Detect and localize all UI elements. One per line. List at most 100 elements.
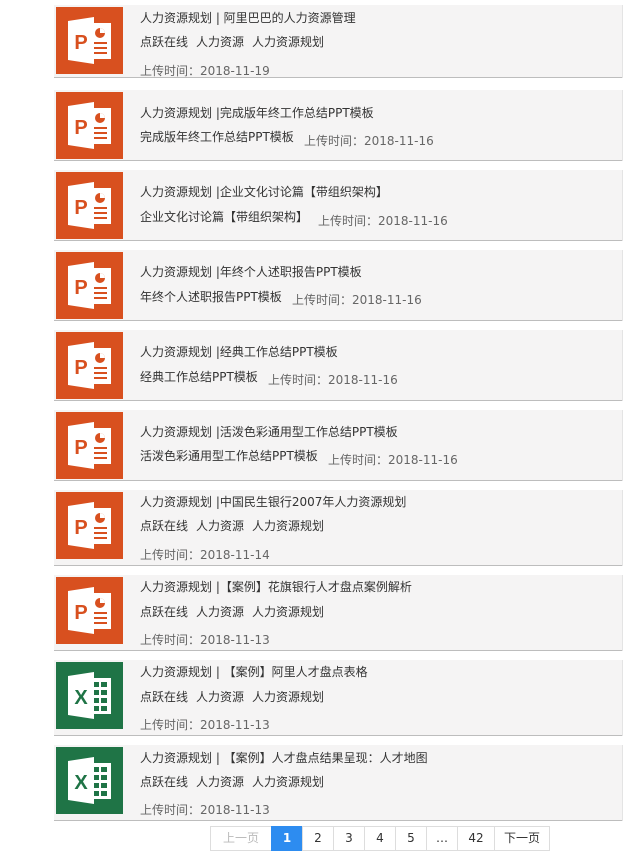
- list-item[interactable]: P 人力资源规划 |企业文化讨论篇【带组织架构】 企业文化讨论篇【带组织架构】 上传时…: [54, 170, 623, 241]
- powerpoint-file-icon[interactable]: P: [56, 172, 123, 239]
- svg-text:X: X: [74, 687, 88, 709]
- excel-file-icon[interactable]: X: [56, 662, 123, 729]
- item-title[interactable]: 人力资源规划 |经典工作总结PPT模板: [140, 344, 338, 360]
- list-item[interactable]: P 人力资源规划 |活泼色彩通用型工作总结PPT模板 活泼色彩通用型工作总结PPT模…: [54, 410, 623, 481]
- upload-date-value: 2018-11-16: [388, 453, 458, 467]
- item-meta: 年终个人述职报告PPT模板: [140, 289, 286, 305]
- tag-label[interactable]: 人力资源规划: [252, 35, 324, 49]
- list-item[interactable]: P 人力资源规划 | 阿里巴巴的人力资源管理 点跃在线 人力资源 人力资源规划 上传时间：…: [54, 5, 623, 78]
- item-title[interactable]: 人力资源规划 |活泼色彩通用型工作总结PPT模板: [140, 424, 398, 440]
- upload-date: 上传时间：2018-11-13: [140, 717, 270, 733]
- tag-label[interactable]: 人力资源规划: [252, 519, 324, 533]
- tag-label[interactable]: 人力资源规划: [252, 690, 324, 704]
- upload-date-label: 上传时间：: [268, 373, 329, 387]
- powerpoint-file-icon[interactable]: P: [56, 492, 123, 559]
- item-title[interactable]: 人力资源规划 |【案例】花旗银行人才盘点案例解析: [140, 579, 412, 595]
- powerpoint-file-icon[interactable]: P: [56, 332, 123, 399]
- upload-date: 上传时间：2018-11-13: [140, 632, 270, 648]
- page-button[interactable]: 5: [395, 826, 427, 851]
- upload-date-label: 上传时间：: [140, 718, 201, 732]
- item-meta: 点跃在线 人力资源 人力资源规划: [140, 518, 332, 534]
- tag-label[interactable]: 人力资源规划: [252, 775, 324, 789]
- tag-label[interactable]: 点跃在线: [140, 35, 188, 49]
- item-meta: 经典工作总结PPT模板: [140, 369, 262, 385]
- upload-date: 上传时间：2018-11-16: [304, 133, 434, 149]
- upload-date-label: 上传时间：: [140, 548, 201, 562]
- powerpoint-file-icon[interactable]: P: [56, 7, 123, 74]
- page-button[interactable]: 4: [364, 826, 396, 851]
- upload-date-value: 2018-11-16: [352, 293, 422, 307]
- item-title[interactable]: 人力资源规划 |中国民生银行2007年人力资源规划: [140, 494, 406, 510]
- svg-text:P: P: [74, 32, 87, 54]
- list-item[interactable]: P 人力资源规划 |完成版年终工作总结PPT模板 完成版年终工作总结PPT模板 上传时…: [54, 90, 623, 161]
- item-meta: 点跃在线 人力资源 人力资源规划: [140, 34, 332, 50]
- upload-date-value: 2018-11-16: [378, 214, 448, 228]
- item-title[interactable]: 人力资源规划 | 阿里巴巴的人力资源管理: [140, 10, 356, 26]
- divider: [54, 77, 622, 78]
- list-item[interactable]: P 人力资源规划 |年终个人述职报告PPT模板 年终个人述职报告PPT模板 上传时间：…: [54, 250, 623, 321]
- upload-date-label: 上传时间：: [328, 453, 389, 467]
- item-title[interactable]: 人力资源规划 |年终个人述职报告PPT模板: [140, 264, 362, 280]
- item-meta: 点跃在线 人力资源 人力资源规划: [140, 604, 332, 620]
- upload-date: 上传时间：2018-11-16: [268, 372, 398, 388]
- tag-label[interactable]: 点跃在线: [140, 519, 188, 533]
- page-button[interactable]: 42: [457, 826, 495, 851]
- powerpoint-file-icon[interactable]: P: [56, 412, 123, 479]
- item-meta: 活泼色彩通用型工作总结PPT模板: [140, 448, 322, 464]
- item-meta: 点跃在线 人力资源 人力资源规划: [140, 689, 332, 705]
- list-item[interactable]: P 人力资源规划 |中国民生银行2007年人力资源规划 点跃在线 人力资源 人力资源规划…: [54, 490, 623, 566]
- upload-date: 上传时间：2018-11-16: [328, 452, 458, 468]
- item-description: 经典工作总结PPT模板: [140, 370, 258, 384]
- svg-text:P: P: [74, 602, 87, 624]
- list-item[interactable]: X 人力资源规划 | 【案例】人才盘点结果呈现：人才地图 点跃在线 人力资源 人力资源规…: [54, 745, 623, 821]
- page-button[interactable]: 3: [333, 826, 365, 851]
- divider: [54, 320, 622, 321]
- item-description: 年终个人述职报告PPT模板: [140, 290, 282, 304]
- upload-date-label: 上传时间：: [292, 293, 353, 307]
- upload-date-value: 2018-11-16: [328, 373, 398, 387]
- powerpoint-file-icon[interactable]: P: [56, 92, 123, 159]
- svg-text:P: P: [74, 517, 87, 539]
- upload-date-value: 2018-11-14: [200, 548, 270, 562]
- tag-label[interactable]: 人力资源规划: [252, 605, 324, 619]
- tag-label[interactable]: 人力资源: [196, 775, 244, 789]
- powerpoint-file-icon[interactable]: P: [56, 252, 123, 319]
- prev-page-button[interactable]: 上一页: [210, 826, 272, 851]
- pagination: 上一页 1 2 3 4 5 … 42 下一页: [210, 826, 550, 851]
- item-title[interactable]: 人力资源规划 | 【案例】人才盘点结果呈现：人才地图: [140, 750, 428, 766]
- next-page-button[interactable]: 下一页: [494, 826, 550, 851]
- svg-text:P: P: [74, 117, 87, 139]
- item-meta: 点跃在线 人力资源 人力资源规划: [140, 774, 332, 790]
- tag-label[interactable]: 人力资源: [196, 35, 244, 49]
- tag-label[interactable]: 人力资源: [196, 519, 244, 533]
- page-button[interactable]: 1: [271, 826, 303, 851]
- divider: [54, 240, 622, 241]
- item-title[interactable]: 人力资源规划 | 【案例】阿里人才盘点表格: [140, 664, 368, 680]
- item-title[interactable]: 人力资源规划 |企业文化讨论篇【带组织架构】: [140, 184, 388, 200]
- divider: [54, 820, 622, 821]
- item-title[interactable]: 人力资源规划 |完成版年终工作总结PPT模板: [140, 105, 374, 121]
- tag-label[interactable]: 点跃在线: [140, 690, 188, 704]
- upload-date-label: 上传时间：: [140, 633, 201, 647]
- list-item[interactable]: X 人力资源规划 | 【案例】阿里人才盘点表格 点跃在线 人力资源 人力资源规划 上传时间…: [54, 660, 623, 736]
- list-item[interactable]: P 人力资源规划 |【案例】花旗银行人才盘点案例解析 点跃在线 人力资源 人力资源规划上…: [54, 575, 623, 651]
- divider: [54, 400, 622, 401]
- upload-date-label: 上传时间：: [140, 64, 201, 78]
- list-item[interactable]: P 人力资源规划 |经典工作总结PPT模板 经典工作总结PPT模板 上传时间：2018…: [54, 330, 623, 401]
- tag-label[interactable]: 点跃在线: [140, 775, 188, 789]
- upload-date-label: 上传时间：: [140, 803, 201, 817]
- upload-date-value: 2018-11-13: [200, 633, 270, 647]
- svg-text:P: P: [74, 277, 87, 299]
- item-meta: 完成版年终工作总结PPT模板: [140, 129, 298, 145]
- upload-date: 上传时间：2018-11-16: [292, 292, 422, 308]
- upload-date-label: 上传时间：: [318, 214, 379, 228]
- tag-label[interactable]: 人力资源: [196, 605, 244, 619]
- excel-file-icon[interactable]: X: [56, 747, 123, 814]
- divider: [54, 160, 622, 161]
- item-meta: 企业文化讨论篇【带组织架构】: [140, 209, 312, 225]
- item-description: 完成版年终工作总结PPT模板: [140, 130, 294, 144]
- tag-label[interactable]: 点跃在线: [140, 605, 188, 619]
- page-button[interactable]: 2: [302, 826, 334, 851]
- tag-label[interactable]: 人力资源: [196, 690, 244, 704]
- powerpoint-file-icon[interactable]: P: [56, 577, 123, 644]
